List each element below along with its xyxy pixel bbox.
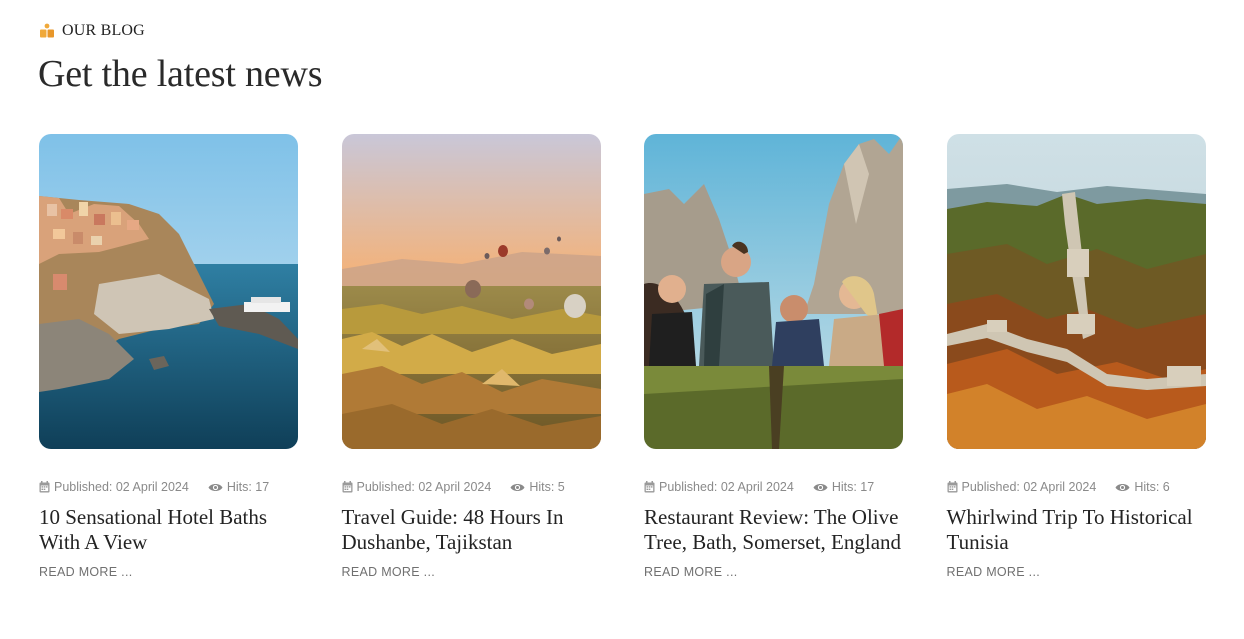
published-date: Published: 02 April 2024 [39, 480, 189, 494]
read-more-link[interactable]: READ MORE ... [39, 565, 133, 579]
calendar-icon [644, 481, 655, 493]
blog-card-grid: Published: 02 April 2024 Hits: 17 10 Sen… [39, 134, 1206, 579]
post-meta: Published: 02 April 2024 Hits: 5 [342, 480, 601, 494]
published-date: Published: 02 April 2024 [947, 480, 1097, 494]
read-more-link[interactable]: READ MORE ... [342, 565, 436, 579]
hits-count: Hits: 17 [208, 480, 269, 494]
published-label: Published: 02 April 2024 [961, 480, 1097, 494]
great-wall-autumn-image[interactable] [946, 134, 1206, 449]
blog-card: Published: 02 April 2024 Hits: 17 Restau… [644, 134, 903, 579]
published-date: Published: 02 April 2024 [644, 480, 794, 494]
post-title-link[interactable]: Travel Guide: 48 Hours In Dushanbe, Taji… [342, 505, 601, 555]
read-more-link[interactable]: READ MORE ... [947, 565, 1041, 579]
blog-card: Published: 02 April 2024 Hits: 5 Travel … [341, 134, 601, 579]
eye-icon [1115, 482, 1130, 493]
post-meta: Published: 02 April 2024 Hits: 6 [947, 480, 1206, 494]
hits-label: Hits: 6 [1134, 480, 1170, 494]
eye-icon [510, 482, 525, 493]
post-title-link[interactable]: Restaurant Review: The Olive Tree, Bath,… [644, 505, 903, 555]
eye-icon [208, 482, 223, 493]
calendar-icon [39, 481, 50, 493]
book-stack-icon [39, 23, 55, 39]
published-label: Published: 02 April 2024 [54, 480, 189, 494]
blog-card: Published: 02 April 2024 Hits: 6 Whirlwi… [946, 134, 1206, 579]
hits-count: Hits: 6 [1115, 480, 1170, 494]
friends-hiking-mountains-image[interactable] [644, 134, 903, 449]
published-date: Published: 02 April 2024 [342, 480, 492, 494]
calendar-icon [947, 481, 958, 493]
eyebrow-label: OUR BLOG [62, 22, 145, 39]
published-label: Published: 02 April 2024 [356, 480, 492, 494]
hits-count: Hits: 17 [813, 480, 874, 494]
section-heading: Get the latest news [38, 53, 323, 95]
post-meta: Published: 02 April 2024 Hits: 17 [39, 480, 298, 494]
eye-icon [813, 482, 828, 493]
read-more-link[interactable]: READ MORE ... [644, 565, 738, 579]
cliffside-village-by-sea-image[interactable] [39, 134, 298, 449]
post-meta: Published: 02 April 2024 Hits: 17 [644, 480, 903, 494]
post-title-link[interactable]: 10 Sensational Hotel Baths With A View [39, 505, 298, 555]
blog-card: Published: 02 April 2024 Hits: 17 10 Sen… [39, 134, 298, 579]
published-label: Published: 02 April 2024 [659, 480, 794, 494]
hits-label: Hits: 17 [831, 480, 875, 494]
calendar-icon [342, 481, 353, 493]
hits-label: Hits: 17 [226, 480, 270, 494]
hot-air-balloons-valley-image[interactable] [341, 134, 601, 449]
section-eyebrow: OUR BLOG [39, 22, 145, 40]
hits-count: Hits: 5 [510, 480, 565, 494]
post-title-link[interactable]: Whirlwind Trip To Historical Tunisia [947, 505, 1206, 555]
hits-label: Hits: 5 [529, 480, 565, 494]
